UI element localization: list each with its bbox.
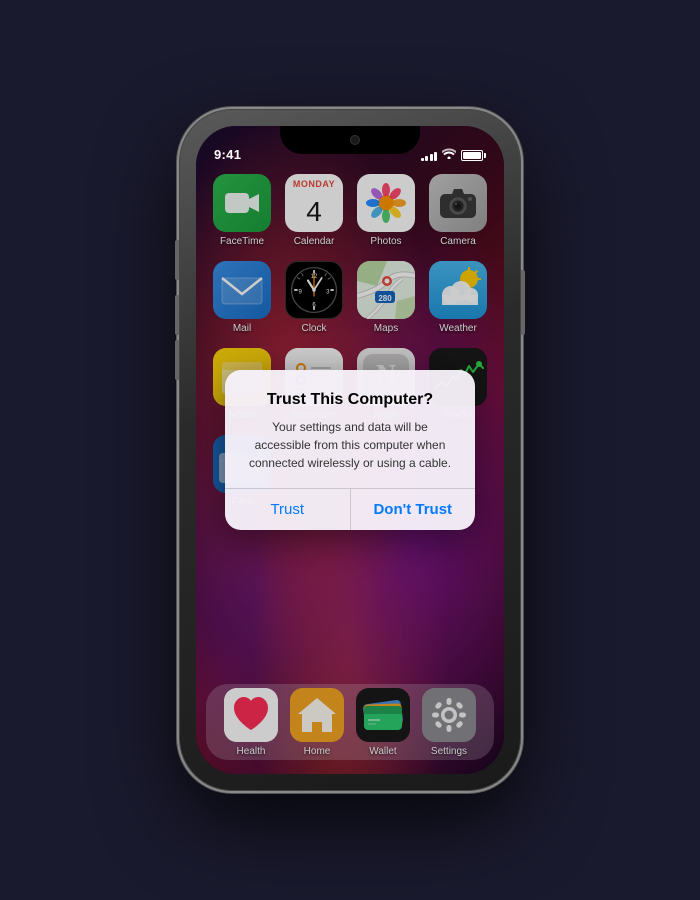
phone-screen: 9:41: [196, 126, 504, 774]
status-icons: [421, 148, 487, 162]
dialog-buttons: Trust Don't Trust: [225, 488, 475, 530]
battery-body: [461, 150, 483, 161]
signal-bar-1: [421, 158, 424, 161]
dont-trust-button[interactable]: Don't Trust: [351, 489, 476, 530]
dialog-title: Trust This Computer?: [243, 390, 457, 411]
signal-bar-4: [434, 152, 437, 161]
trust-dialog: Trust This Computer? Your settings and d…: [225, 370, 475, 531]
dialog-overlay: Trust This Computer? Your settings and d…: [196, 126, 504, 774]
signal-bar-2: [425, 156, 428, 161]
battery-fill: [463, 152, 481, 159]
battery: [461, 150, 486, 161]
wifi-icon: [442, 148, 456, 162]
notch: [280, 126, 420, 154]
front-camera: [350, 135, 360, 145]
battery-tip: [484, 153, 486, 158]
trust-button[interactable]: Trust: [225, 489, 351, 530]
signal-bar-3: [430, 154, 433, 161]
dialog-message: Your settings and data will be accessibl…: [243, 418, 457, 472]
status-time: 9:41: [214, 147, 241, 162]
phone-frame: 9:41: [180, 110, 520, 790]
dialog-content: Trust This Computer? Your settings and d…: [225, 370, 475, 489]
signal-bars: [421, 150, 438, 161]
